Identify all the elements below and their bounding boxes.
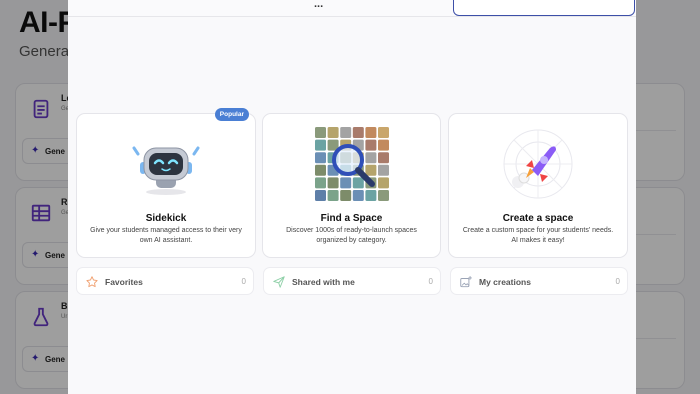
modal-title: ... (314, 0, 324, 10)
option-title: Find a Space (320, 213, 383, 224)
modal-header: ... (68, 0, 636, 17)
collection-label: Favorites (105, 277, 143, 287)
search-input[interactable] (453, 0, 635, 16)
my-creations-button[interactable]: My creations 0 (450, 267, 628, 295)
option-description: Discover 1000s of ready-to-launch spaces… (286, 227, 417, 244)
collection-count: 0 (615, 277, 620, 286)
space-picker-modal: ... Popular Sidekick Give your students … (68, 0, 636, 394)
rocket-icon (503, 129, 573, 199)
create-space-option[interactable]: Create a space Create a custom space for… (448, 113, 628, 258)
option-description: Give your students managed access to the… (90, 227, 242, 244)
collection-count: 0 (241, 277, 246, 286)
option-title: Create a space (502, 213, 574, 224)
robot-icon (132, 146, 200, 195)
collection-label: My creations (479, 277, 531, 287)
shared-with-me-button[interactable]: Shared with me 0 (263, 267, 441, 295)
image-add-icon (460, 276, 472, 288)
collection-count: 0 (428, 277, 433, 286)
favorites-button[interactable]: Favorites 0 (76, 267, 254, 295)
magnifier-gallery-icon (314, 127, 389, 201)
sidekick-option[interactable]: Popular Sidekick Give your students mana… (76, 108, 256, 258)
paper-plane-icon (273, 276, 285, 288)
option-title: Sidekick (145, 213, 187, 224)
option-description: Create a custom space for your students'… (462, 227, 614, 244)
collection-label: Shared with me (292, 277, 355, 287)
find-space-option[interactable]: Find a Space Discover 1000s of ready-to-… (262, 113, 441, 258)
popular-badge: Popular (214, 108, 249, 121)
star-icon (86, 276, 98, 288)
